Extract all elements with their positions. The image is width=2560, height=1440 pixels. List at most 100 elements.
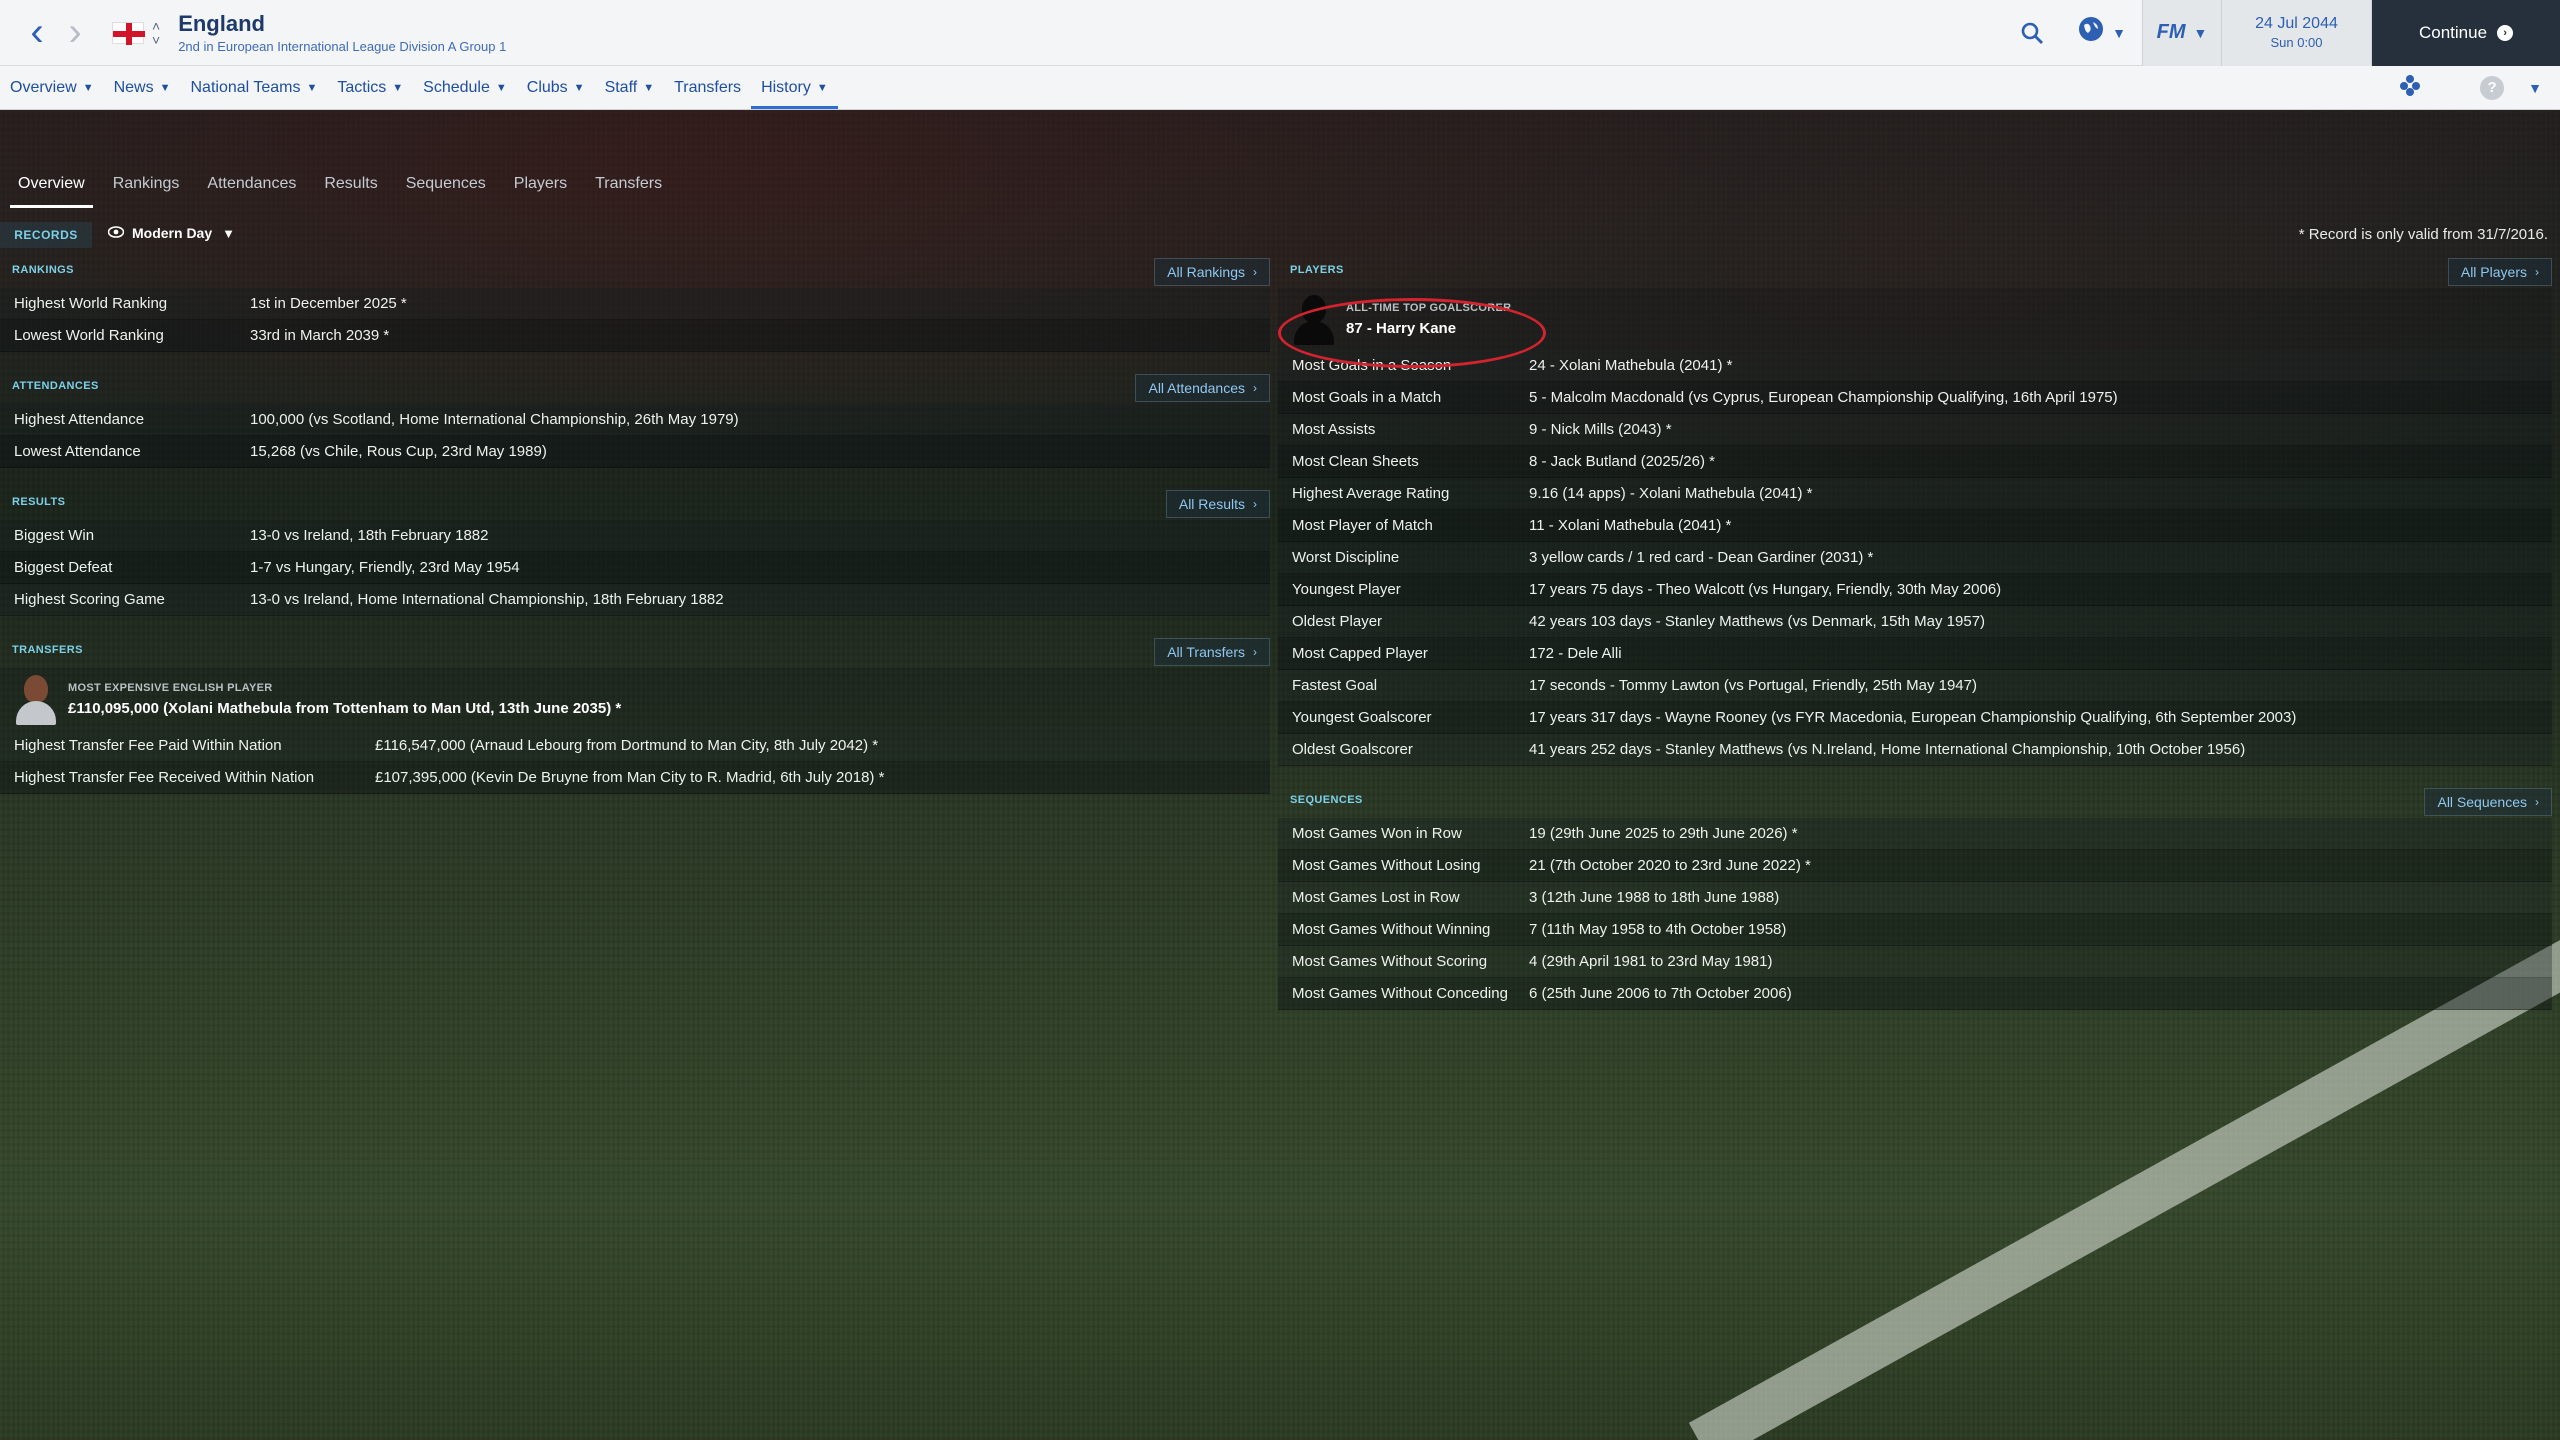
all-players-button[interactable]: All Players ›	[2447, 258, 2552, 286]
all-transfers-button[interactable]: All Transfers ›	[1154, 638, 1270, 666]
results-rows: Biggest Win 13-0 vs Ireland, 18th Februar…	[0, 520, 1270, 616]
menu-label: Transfers	[674, 78, 742, 96]
table-row[interactable]: Most Capped Player 172 - Dele Alli	[1278, 638, 2552, 670]
table-row[interactable]: Oldest Player 42 years 103 days - Stanley…	[1278, 606, 2552, 638]
tab-rankings[interactable]: Rankings	[99, 160, 194, 208]
tab-transfers[interactable]: Transfers	[581, 160, 676, 208]
table-row[interactable]: Most Games Without Losing 21 (7th October…	[1278, 850, 2552, 882]
menu-tactics[interactable]: Tactics ▼	[327, 66, 413, 109]
menu-clubs[interactable]: Clubs ▼	[517, 66, 595, 109]
table-row[interactable]: Fastest Goal 17 seconds - Tommy Lawton (v…	[1278, 670, 2552, 702]
table-row[interactable]: Biggest Win 13-0 vs Ireland, 18th Februar…	[0, 520, 1270, 552]
menu-overview[interactable]: Overview ▼	[0, 66, 104, 109]
player-avatar	[14, 673, 58, 725]
era-filter-value: Modern Day	[132, 225, 213, 241]
fm-menu[interactable]: FM ▼	[2142, 0, 2222, 66]
people-icon[interactable]	[2380, 74, 2440, 102]
row-value: 21 (7th October 2020 to 23rd June 2022) …	[1529, 857, 1811, 874]
table-row[interactable]: Highest Transfer Fee Received Within Nat…	[0, 762, 1270, 794]
row-label: Worst Discipline	[1292, 549, 1400, 566]
row-label: Lowest Attendance	[14, 443, 141, 460]
tab-attendances[interactable]: Attendances	[193, 160, 310, 208]
globe-menu[interactable]: ▼	[2062, 0, 2142, 66]
era-filter-dropdown[interactable]: Modern Day ▼	[107, 225, 235, 241]
table-row[interactable]: Most Games Without Winning 7 (11th May 19…	[1278, 914, 2552, 946]
table-row[interactable]: Youngest Goalscorer 17 years 317 days - W…	[1278, 702, 2552, 734]
table-row[interactable]: Youngest Player 17 years 75 days - Theo W…	[1278, 574, 2552, 606]
tab-sequences[interactable]: Sequences	[392, 160, 500, 208]
row-value: 3 (12th June 1988 to 18th June 1988)	[1529, 889, 1780, 906]
help-icon[interactable]: ?	[2480, 75, 2505, 100]
table-row[interactable]: Most Games Without Scoring 4 (29th April …	[1278, 946, 2552, 978]
most-expensive-player-feature[interactable]: MOST EXPENSIVE ENGLISH PLAYER £110,095,0…	[0, 668, 1270, 730]
table-row[interactable]: Lowest World Ranking 33rd in March 2039 *	[0, 320, 1270, 352]
table-row[interactable]: Highest Average Rating 9.16 (14 apps) - X…	[1278, 478, 2552, 510]
row-label: Biggest Win	[14, 527, 95, 544]
table-row[interactable]: Highest Attendance 100,000 (vs Scotland, …	[0, 404, 1270, 436]
main-menu-bar: Overview ▼ News ▼ National Teams ▼ Tactics ▼…	[0, 66, 2560, 110]
record-validity-note: * Record is only valid from 31/7/2016.	[2298, 226, 2548, 243]
menu-national-teams[interactable]: National Teams ▼	[180, 66, 327, 109]
feature-value: 87 - Harry Kane	[1346, 319, 1457, 337]
records-bar: RECORDS Modern Day ▼ * Record is only va…	[0, 222, 2560, 248]
table-row[interactable]: Most Clean Sheets 8 - Jack Butland (2025/…	[1278, 446, 2552, 478]
top-goalscorer-feature[interactable]: ALL-TIME TOP GOALSCORER 87 - Harry Kane	[1278, 288, 2552, 350]
top-right-controls: ▼ FM ▼ 24 Jul 2044 Sun 0:00 Continue ›	[2002, 0, 2560, 66]
table-row[interactable]: Biggest Defeat 1-7 vs Hungary, Friendly, …	[0, 552, 1270, 584]
sequences-rows: Most Games Won in Row 19 (29th June 2025 …	[1278, 818, 2552, 1010]
back-arrow-icon[interactable]: ‹	[18, 0, 56, 66]
page-subtitle[interactable]: 2nd in European International League Div…	[178, 39, 506, 54]
menu-schedule[interactable]: Schedule ▼	[413, 66, 517, 109]
date-display[interactable]: 24 Jul 2044 Sun 0:00	[2222, 0, 2372, 66]
menu-transfers[interactable]: Transfers	[664, 66, 751, 109]
records-label: RECORDS	[0, 222, 92, 248]
table-row[interactable]: Most Assists 9 - Nick Mills (2043) *	[1278, 414, 2552, 446]
table-row[interactable]: Highest Scoring Game 13-0 vs Ireland, Hom…	[0, 584, 1270, 616]
all-attendances-button[interactable]: All Attendances ›	[1135, 374, 1270, 402]
row-label: Most Goals in a Match	[1292, 389, 1442, 406]
table-row[interactable]: Most Player of Match 11 - Xolani Mathebul…	[1278, 510, 2552, 542]
table-row[interactable]: Most Goals in a Match 5 - Malcolm Macdona…	[1278, 382, 2552, 414]
tab-overview[interactable]: Overview	[4, 160, 99, 208]
feature-caption: ALL-TIME TOP GOALSCORER	[1346, 301, 1512, 314]
menu-news[interactable]: News ▼	[104, 66, 181, 109]
menu-label: Clubs	[526, 78, 568, 96]
table-row[interactable]: Most Games Without Conceding 6 (25th June…	[1278, 978, 2552, 1010]
team-switcher-arrows[interactable]: ˄ ˅	[152, 19, 160, 47]
table-row[interactable]: Highest Transfer Fee Paid Within Nation £…	[0, 730, 1270, 762]
row-value: £107,395,000 (Kevin De Bruyne from Man C…	[375, 769, 885, 786]
table-row[interactable]: Most Games Lost in Row 3 (12th June 1988 …	[1278, 882, 2552, 914]
chevron-down-icon[interactable]: ▼	[2528, 80, 2542, 96]
table-row[interactable]: Most Goals in a Season 24 - Xolani Matheb…	[1278, 350, 2552, 382]
table-row[interactable]: Most Games Won in Row 19 (29th June 2025 …	[1278, 818, 2552, 850]
chevron-down-icon: ▼	[222, 225, 235, 241]
row-value: 19 (29th June 2025 to 29th June 2026) *	[1529, 825, 1798, 842]
search-icon[interactable]	[2002, 0, 2062, 66]
table-row[interactable]: Highest World Ranking 1st in December 202…	[0, 288, 1270, 320]
all-sequences-button[interactable]: All Sequences ›	[2424, 788, 2552, 816]
row-value: 15,268 (vs Chile, Rous Cup, 23rd May 198…	[250, 443, 547, 460]
row-label: Fastest Goal	[1292, 677, 1378, 694]
menu-history[interactable]: History ▼	[751, 66, 838, 109]
section-title: PLAYERS	[1290, 264, 1344, 276]
menu-label: Schedule	[423, 78, 490, 96]
row-label: Most Capped Player	[1292, 645, 1428, 662]
table-row[interactable]: Worst Discipline 3 yellow cards / 1 red c…	[1278, 542, 2552, 574]
row-label: Oldest Goalscorer	[1292, 741, 1413, 758]
tab-players[interactable]: Players	[500, 160, 581, 208]
row-label: Lowest World Ranking	[14, 327, 164, 344]
row-label: Highest Transfer Fee Paid Within Nation	[14, 737, 282, 754]
table-row[interactable]: Lowest Attendance 15,268 (vs Chile, Rous …	[0, 436, 1270, 468]
chevron-down-icon: ▼	[2193, 24, 2208, 41]
tab-results[interactable]: Results	[310, 160, 391, 208]
all-results-button[interactable]: All Results ›	[1165, 490, 1270, 518]
row-value: 13-0 vs Ireland, Home International Cham…	[250, 591, 724, 608]
table-row[interactable]: Oldest Goalscorer 41 years 252 days - Sta…	[1278, 734, 2552, 766]
forward-arrow-icon[interactable]: ›	[56, 0, 94, 66]
menu-staff[interactable]: Staff ▼	[595, 66, 665, 109]
page-title: England	[178, 11, 265, 36]
continue-button[interactable]: Continue ›	[2372, 0, 2560, 66]
chevron-down-icon: ▼	[2112, 24, 2126, 41]
all-rankings-button[interactable]: All Rankings ›	[1154, 258, 1270, 286]
menu-label: Staff	[604, 78, 638, 96]
